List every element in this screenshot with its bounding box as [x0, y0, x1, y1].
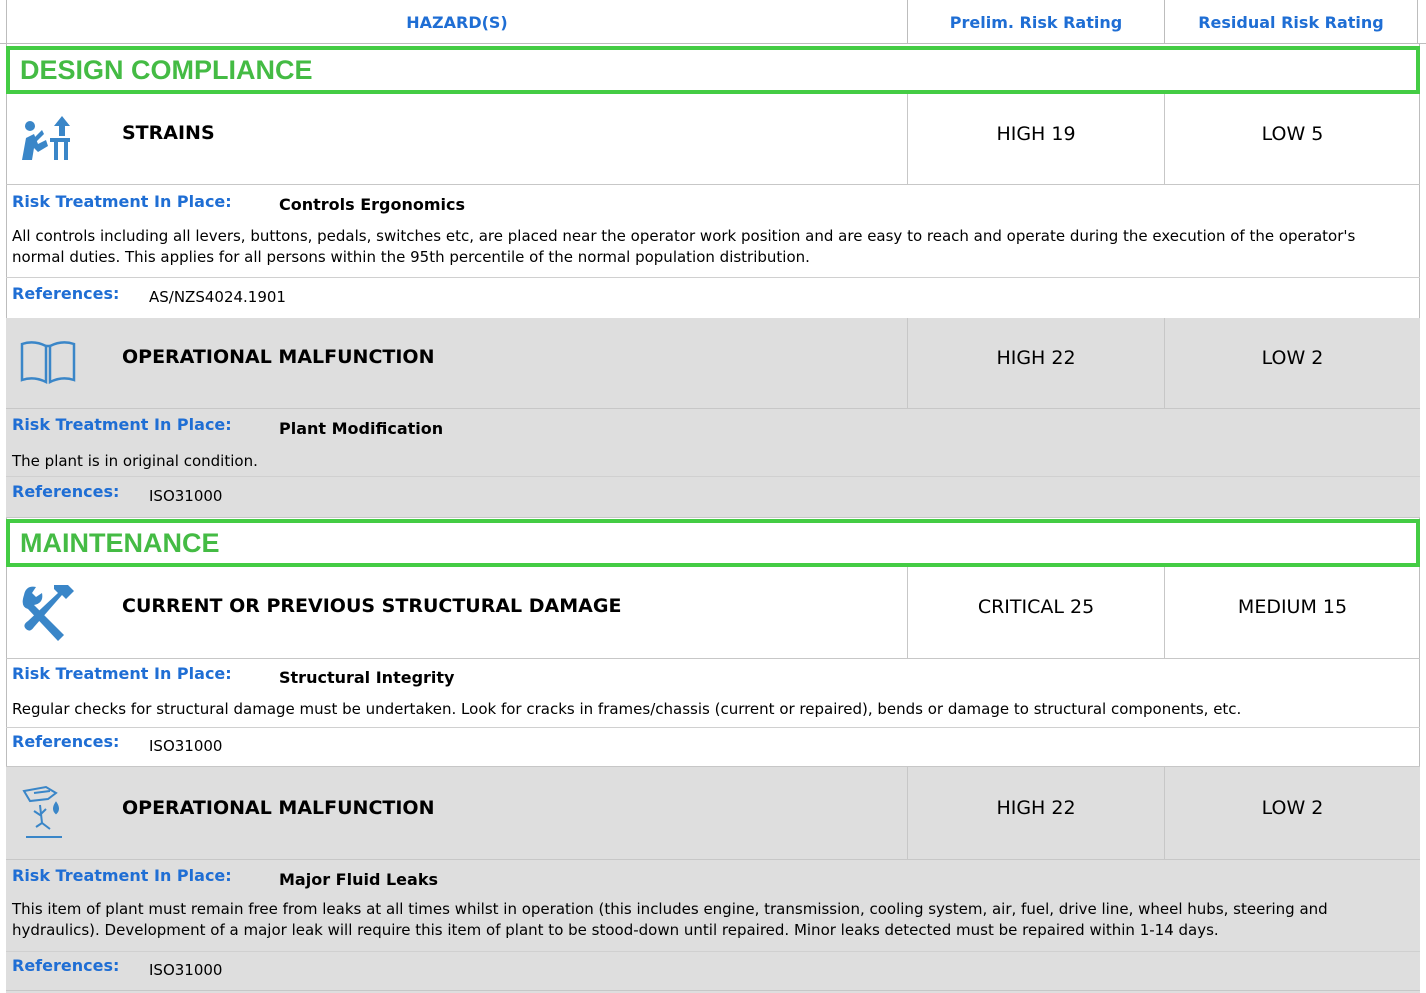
section-maintenance: MAINTENANCE [6, 519, 1420, 567]
treatment-description: The plant is in original condition. [12, 452, 258, 470]
hazard-row: CURRENT OR PREVIOUS STRUCTURAL DAMAGE CR… [6, 567, 1420, 659]
tools-icon [16, 579, 80, 643]
treatment-row: Risk Treatment In Place: Controls Ergono… [6, 186, 1420, 218]
references-label: References: [12, 482, 120, 501]
references-label: References: [12, 956, 120, 975]
table-header: HAZARD(S) Prelim. Risk Rating Residual R… [0, 0, 1426, 44]
treatment-label: Risk Treatment In Place: [12, 866, 232, 885]
treatment-row: Risk Treatment In Place: Structural Inte… [6, 660, 1420, 690]
prelim-rating: HIGH 22 [907, 318, 1164, 409]
hazard-row: STRAINS HIGH 19 LOW 5 [6, 94, 1420, 185]
hazard-name: CURRENT OR PREVIOUS STRUCTURAL DAMAGE [122, 595, 622, 617]
treatment-value: Controls Ergonomics [279, 195, 466, 214]
ergonomics-icon [16, 104, 80, 168]
references-value: ISO31000 [149, 487, 223, 505]
treatment-value: Plant Modification [279, 419, 444, 438]
hazard-row: OPERATIONAL MALFUNCTION HIGH 22 LOW 2 [6, 767, 1420, 860]
hazard-name: STRAINS [122, 122, 215, 144]
header-residual-risk: Residual Risk Rating [1164, 0, 1418, 44]
treatment-label: Risk Treatment In Place: [12, 664, 232, 683]
prelim-rating: HIGH 22 [907, 767, 1164, 860]
treatment-description: Regular checks for structural damage mus… [12, 700, 1242, 718]
residual-rating: LOW 2 [1164, 767, 1420, 860]
treatment-row: Risk Treatment In Place: Plant Modificat… [6, 410, 1420, 442]
hazard-row: OPERATIONAL MALFUNCTION HIGH 22 LOW 2 [6, 318, 1420, 409]
hazard-block: OPERATIONAL MALFUNCTION HIGH 22 LOW 2 Ri… [6, 767, 1420, 993]
treatment-label: Risk Treatment In Place: [12, 192, 232, 211]
treatment-description: This item of plant must remain free from… [12, 900, 1328, 939]
residual-rating: LOW 5 [1164, 94, 1420, 185]
header-prelim-risk: Prelim. Risk Rating [907, 0, 1164, 44]
prelim-rating: HIGH 19 [907, 94, 1164, 185]
references-row: References: ISO31000 [6, 951, 1420, 991]
treatment-value: Major Fluid Leaks [279, 870, 438, 889]
references-value: ISO31000 [149, 961, 223, 979]
references-row: References: ISO31000 [6, 476, 1420, 518]
treatment-row: Risk Treatment In Place: Major Fluid Lea… [6, 861, 1420, 891]
fluid-leak-icon [16, 779, 80, 843]
references-label: References: [12, 284, 120, 303]
hazard-block: OPERATIONAL MALFUNCTION HIGH 22 LOW 2 Ri… [6, 318, 1420, 518]
prelim-rating: CRITICAL 25 [907, 567, 1164, 659]
header-hazards: HAZARD(S) [6, 0, 907, 44]
residual-rating: LOW 2 [1164, 318, 1420, 409]
treatment-label: Risk Treatment In Place: [12, 415, 232, 434]
references-value: ISO31000 [149, 737, 223, 755]
treatment-value: Structural Integrity [279, 668, 455, 687]
section-design-compliance: DESIGN COMPLIANCE [6, 46, 1420, 94]
references-value: AS/NZS4024.1901 [149, 288, 286, 306]
hazard-name: OPERATIONAL MALFUNCTION [122, 797, 435, 819]
hazard-block: STRAINS HIGH 19 LOW 5 Risk Treatment In … [6, 94, 1420, 319]
references-row: References: AS/NZS4024.1901 [6, 277, 1420, 319]
residual-rating: MEDIUM 15 [1164, 567, 1420, 659]
manual-book-icon [16, 328, 80, 392]
references-row: References: ISO31000 [6, 727, 1420, 767]
references-label: References: [12, 732, 120, 751]
hazard-name: OPERATIONAL MALFUNCTION [122, 346, 435, 368]
treatment-description: All controls including all levers, butto… [12, 227, 1356, 266]
hazard-block: CURRENT OR PREVIOUS STRUCTURAL DAMAGE CR… [6, 567, 1420, 767]
